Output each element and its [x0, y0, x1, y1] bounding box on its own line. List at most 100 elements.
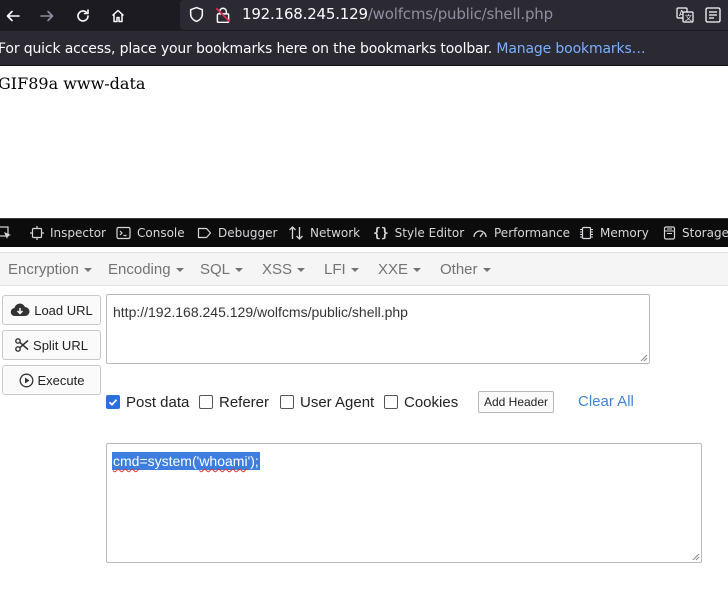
- console-icon: [116, 226, 131, 240]
- post-data-textarea[interactable]: cmd=system('whoami');: [106, 443, 702, 563]
- chevron-down-icon: [235, 268, 244, 273]
- tab-inspector[interactable]: Inspector: [30, 219, 106, 247]
- forward-button[interactable]: [32, 0, 62, 31]
- reader-view-icon[interactable]: [704, 6, 722, 28]
- post-data-checkbox[interactable]: [106, 395, 120, 409]
- post-data-param: cmd: [113, 453, 140, 469]
- url-host: 192.168.245.129: [242, 5, 368, 23]
- home-button[interactable]: [103, 0, 133, 31]
- url-bar[interactable]: 192.168.245.129/wolfcms/public/shell.php…: [180, 0, 728, 30]
- resize-grip-icon[interactable]: [691, 552, 700, 561]
- cookies-option[interactable]: Cookies: [384, 393, 458, 411]
- post-data-option[interactable]: Post data: [106, 393, 189, 411]
- menu-encryption[interactable]: Encryption: [8, 261, 92, 278]
- menu-sql-label: SQL: [200, 261, 231, 278]
- tab-performance[interactable]: Performance: [472, 219, 570, 247]
- forward-arrow-icon: [40, 10, 54, 21]
- tab-debugger-label: Debugger: [218, 226, 278, 240]
- reload-icon: [77, 8, 89, 22]
- add-header-button[interactable]: Add Header: [478, 391, 554, 413]
- scissors-icon: [15, 338, 29, 352]
- tab-memory[interactable]: Memory: [579, 219, 649, 247]
- menu-encryption-label: Encryption: [8, 261, 79, 278]
- tab-storage[interactable]: Storage: [663, 219, 728, 247]
- storage-icon: [663, 226, 676, 240]
- referer-checkbox[interactable]: [199, 395, 213, 409]
- tab-debugger[interactable]: Debugger: [197, 219, 277, 247]
- tab-console-label: Console: [137, 226, 185, 240]
- chevron-down-icon: [297, 268, 306, 273]
- element-picker-button[interactable]: [0, 219, 12, 247]
- devtools-toolbar: Inspector Console Debugger Network {} St…: [0, 218, 728, 247]
- resize-grip-icon[interactable]: [639, 353, 648, 362]
- chevron-down-icon: [175, 268, 184, 273]
- reload-button[interactable]: [68, 0, 98, 31]
- menu-encoding-label: Encoding: [108, 261, 171, 278]
- debugger-icon: [197, 227, 212, 239]
- execute-label: Execute: [37, 372, 85, 388]
- split-url-label: Split URL: [33, 337, 88, 353]
- cloud-download-icon: [10, 303, 30, 317]
- checkmark-icon: [108, 399, 118, 407]
- clear-all-link[interactable]: Clear All: [578, 393, 634, 410]
- performance-icon: [473, 230, 487, 238]
- tab-style-editor-label: Style Editor: [394, 226, 465, 240]
- user-agent-option[interactable]: User Agent: [280, 393, 374, 411]
- browser-navbar: 192.168.245.129/wolfcms/public/shell.php…: [0, 0, 728, 31]
- load-url-button[interactable]: Load URL: [2, 295, 101, 325]
- post-data-prefix: =system(': [139, 453, 200, 469]
- menu-other[interactable]: Other: [440, 261, 491, 278]
- tab-performance-label: Performance: [494, 226, 571, 240]
- user-agent-label: User Agent: [300, 393, 375, 411]
- post-data-suffix: ');: [247, 453, 259, 469]
- play-circle-icon: [19, 373, 33, 387]
- bookmarks-hint: For quick access, place your bookmarks h…: [0, 41, 646, 57]
- cookies-checkbox[interactable]: [384, 395, 398, 409]
- tab-style-editor[interactable]: {} Style Editor: [373, 219, 464, 247]
- svg-text:文: 文: [685, 13, 692, 22]
- inspector-icon: [30, 226, 44, 240]
- manage-bookmarks-link[interactable]: Manage bookmarks…: [496, 41, 645, 57]
- referer-label: Referer: [219, 393, 270, 411]
- tab-memory-label: Memory: [600, 226, 649, 240]
- user-agent-checkbox[interactable]: [280, 395, 294, 409]
- bookmarks-toolbar: For quick access, place your bookmarks h…: [0, 31, 728, 66]
- pick-element-icon: [0, 226, 11, 239]
- menu-sql[interactable]: SQL: [200, 261, 244, 278]
- menu-encoding[interactable]: Encoding: [108, 261, 184, 278]
- url-textarea[interactable]: http://192.168.245.129/wolfcms/public/sh…: [106, 294, 650, 364]
- load-url-label: Load URL: [34, 302, 93, 318]
- page-output-text: GIF89a www-data: [0, 74, 146, 93]
- translate-icon[interactable]: A文: [676, 6, 694, 28]
- tab-network[interactable]: Network: [288, 219, 360, 247]
- menu-other-label: Other: [440, 261, 478, 278]
- menu-xss[interactable]: XSS: [262, 261, 306, 278]
- tracking-shield-icon[interactable]: [188, 6, 205, 27]
- tab-console[interactable]: Console: [116, 219, 185, 247]
- menu-xxe[interactable]: XXE: [378, 261, 422, 278]
- post-data-label: Post data: [126, 393, 190, 411]
- execute-button[interactable]: Execute: [2, 365, 101, 395]
- referer-option[interactable]: Referer: [199, 393, 269, 411]
- chevron-down-icon: [413, 268, 422, 273]
- tab-storage-label: Storage: [682, 226, 728, 240]
- back-arrow-icon: [6, 10, 20, 21]
- chevron-down-icon: [83, 268, 92, 273]
- menu-lfi-label: LFI: [324, 261, 346, 278]
- insecure-lock-icon[interactable]: [214, 6, 232, 28]
- home-icon: [111, 9, 125, 22]
- network-icon: [289, 226, 303, 240]
- tab-network-label: Network: [310, 226, 361, 240]
- url-text[interactable]: 192.168.245.129/wolfcms/public/shell.php: [242, 5, 553, 23]
- menu-lfi[interactable]: LFI: [324, 261, 359, 278]
- url-textarea-value: http://192.168.245.129/wolfcms/public/sh…: [113, 304, 408, 320]
- url-path: /wolfcms/public/shell.php: [367, 5, 553, 23]
- memory-icon: [580, 226, 593, 240]
- back-button[interactable]: [0, 0, 28, 31]
- style-editor-icon: {}: [373, 225, 389, 241]
- split-url-button[interactable]: Split URL: [2, 330, 101, 360]
- post-data-command: whoami: [199, 453, 248, 469]
- menu-xss-label: XSS: [262, 261, 293, 278]
- tab-inspector-label: Inspector: [50, 226, 106, 240]
- chevron-down-icon: [482, 268, 491, 273]
